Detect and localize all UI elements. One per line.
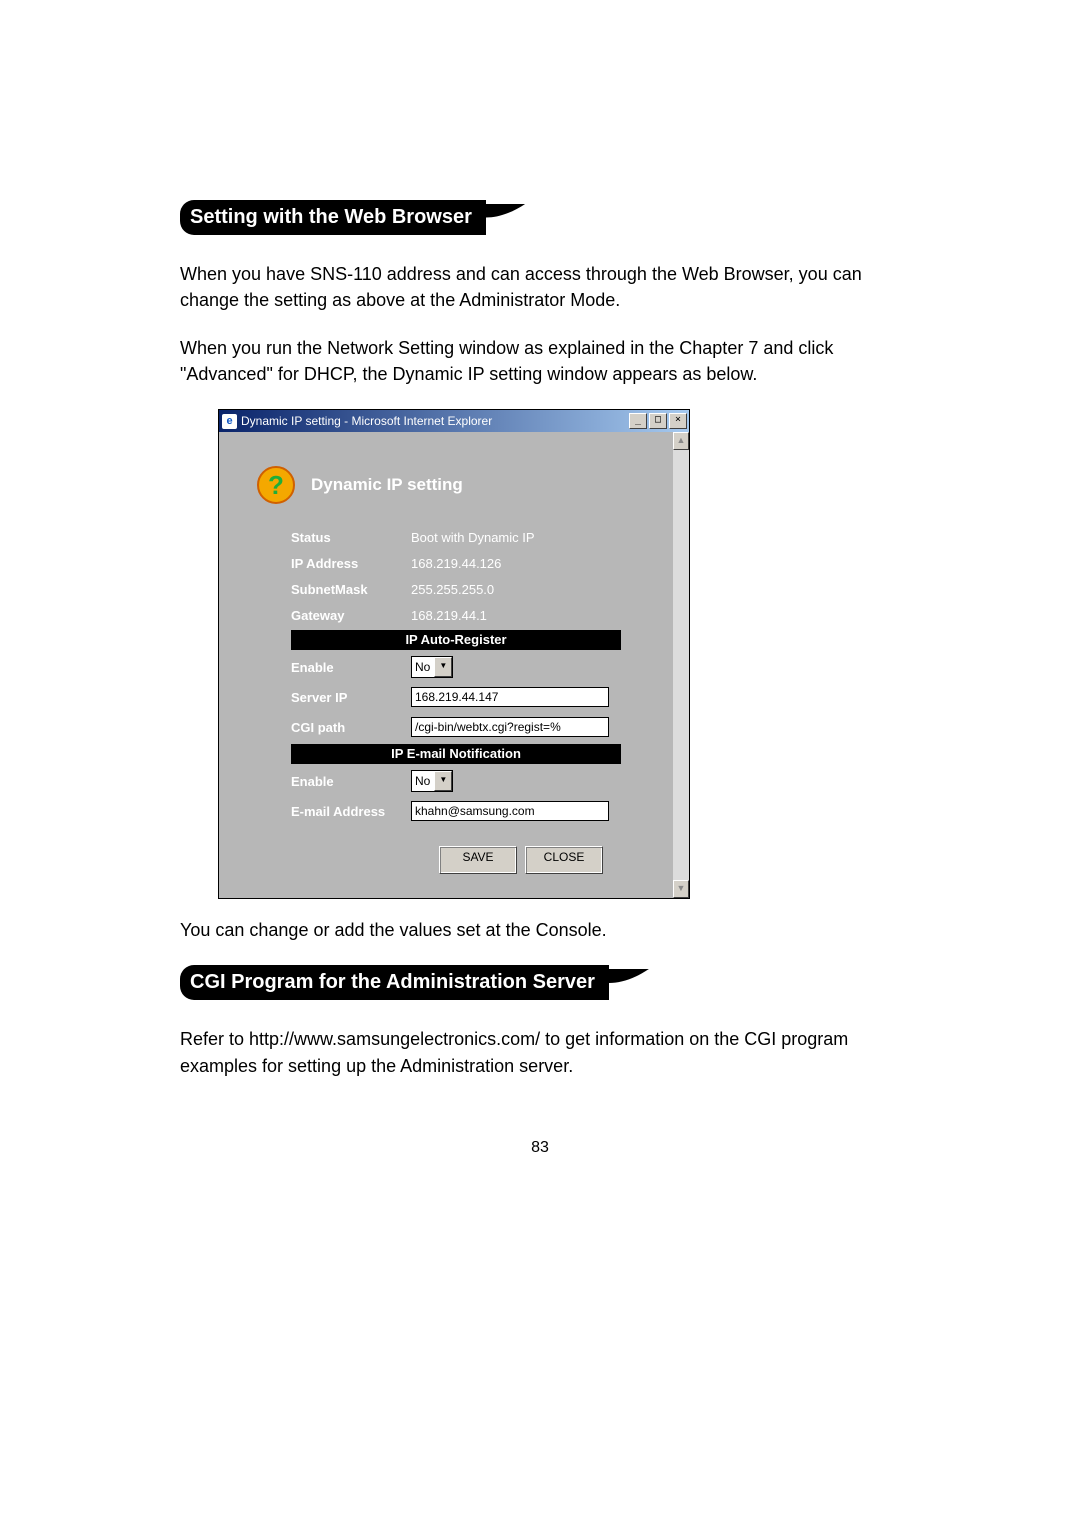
row-status: Status Boot with Dynamic IP	[291, 524, 621, 550]
section-title-2: CGI Program for the Administration Serve…	[180, 965, 609, 1000]
row-gateway: Gateway 168.219.44.1	[291, 602, 621, 628]
button-row: SAVE CLOSE	[291, 846, 603, 874]
row-mask: SubnetMask 255.255.255.0	[291, 576, 621, 602]
value-ip: 168.219.44.126	[411, 556, 621, 571]
page-heading-row: ? Dynamic IP setting	[257, 466, 655, 504]
row-server-ip: Server IP 168.219.44.147	[291, 684, 621, 710]
window-title: Dynamic IP setting - Microsoft Internet …	[241, 414, 629, 428]
save-button[interactable]: SAVE	[439, 846, 517, 874]
after-window-text: You can change or add the values set at …	[180, 917, 900, 943]
document-page: Setting with the Web Browser When you ha…	[0, 0, 1080, 1197]
page-number: 83	[180, 1139, 900, 1157]
row-en-enable: Enable No ▼	[291, 768, 621, 794]
subheader-auto-register: IP Auto-Register	[291, 630, 621, 650]
section1-para2: When you run the Network Setting window …	[180, 335, 900, 387]
window-titlebar: e Dynamic IP setting - Microsoft Interne…	[219, 410, 689, 432]
input-email-value: khahn@samsung.com	[415, 804, 535, 818]
config-table: Status Boot with Dynamic IP IP Address 1…	[291, 524, 621, 874]
section2-para: Refer to http://www.samsungelectronics.c…	[180, 1026, 900, 1078]
header-tail-decoration	[486, 204, 526, 232]
section1-para1: When you have SNS-110 address and can ac…	[180, 261, 900, 313]
input-server-ip[interactable]: 168.219.44.147	[411, 687, 609, 707]
label-ar-enable: Enable	[291, 660, 411, 675]
label-server-ip: Server IP	[291, 690, 411, 705]
label-mask: SubnetMask	[291, 582, 411, 597]
section-title-1: Setting with the Web Browser	[180, 200, 486, 235]
input-cgi-path[interactable]: /cgi-bin/webtx.cgi?regist=%	[411, 717, 609, 737]
ie-logo-icon: e	[222, 414, 237, 429]
value-gateway: 168.219.44.1	[411, 608, 621, 623]
header-tail-decoration	[609, 969, 649, 997]
scroll-track[interactable]	[673, 450, 689, 880]
chevron-down-icon: ▼	[434, 657, 452, 677]
row-ip: IP Address 168.219.44.126	[291, 550, 621, 576]
label-en-enable: Enable	[291, 774, 411, 789]
section-header-2: CGI Program for the Administration Serve…	[180, 965, 649, 1000]
value-status: Boot with Dynamic IP	[411, 530, 621, 545]
window-content-area: ? Dynamic IP setting Status Boot with Dy…	[219, 432, 689, 898]
page-heading: Dynamic IP setting	[311, 475, 463, 495]
chevron-down-icon: ▼	[434, 771, 452, 791]
close-window-button[interactable]: ×	[669, 413, 687, 429]
ie-window: e Dynamic IP setting - Microsoft Interne…	[218, 409, 690, 899]
row-ar-enable: Enable No ▼	[291, 654, 621, 680]
row-email: E-mail Address khahn@samsung.com	[291, 798, 621, 824]
help-icon[interactable]: ?	[257, 466, 295, 504]
section-header-1: Setting with the Web Browser	[180, 200, 526, 235]
select-ar-enable[interactable]: No ▼	[411, 656, 453, 678]
vertical-scrollbar[interactable]: ▲ ▼	[673, 432, 689, 898]
minimize-button[interactable]: _	[629, 413, 647, 429]
input-email[interactable]: khahn@samsung.com	[411, 801, 609, 821]
label-email: E-mail Address	[291, 804, 411, 819]
window-content: ? Dynamic IP setting Status Boot with Dy…	[219, 432, 673, 898]
label-status: Status	[291, 530, 411, 545]
input-cgi-path-value: /cgi-bin/webtx.cgi?regist=%	[415, 720, 561, 734]
select-ar-enable-value: No	[412, 660, 434, 674]
select-en-enable-value: No	[412, 774, 434, 788]
maximize-button[interactable]: □	[649, 413, 667, 429]
value-mask: 255.255.255.0	[411, 582, 621, 597]
label-ip: IP Address	[291, 556, 411, 571]
subheader-email-notify: IP E-mail Notification	[291, 744, 621, 764]
row-cgi-path: CGI path /cgi-bin/webtx.cgi?regist=%	[291, 714, 621, 740]
input-server-ip-value: 168.219.44.147	[415, 690, 498, 704]
select-en-enable[interactable]: No ▼	[411, 770, 453, 792]
label-gateway: Gateway	[291, 608, 411, 623]
label-cgi-path: CGI path	[291, 720, 411, 735]
close-button[interactable]: CLOSE	[525, 846, 603, 874]
scroll-down-icon[interactable]: ▼	[673, 880, 689, 898]
scroll-up-icon[interactable]: ▲	[673, 432, 689, 450]
